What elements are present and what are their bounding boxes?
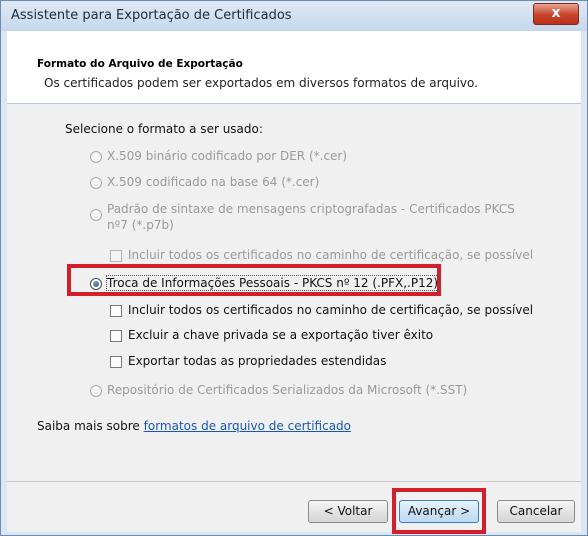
title-bar[interactable]: Assistente para Exportação de Certificad… — [1, 1, 587, 31]
export-properties-checkbox[interactable] — [110, 356, 122, 368]
back-button[interactable]: < Voltar — [308, 500, 388, 523]
radio-pfx-label[interactable]: Troca de Informações Pessoais - PKCS nº … — [105, 275, 440, 291]
cancel-button[interactable]: Cancelar — [497, 500, 575, 523]
radio-p7b[interactable] — [90, 209, 102, 221]
radio-base64[interactable] — [90, 177, 102, 189]
delete-private-key-checkbox[interactable] — [110, 330, 122, 342]
window-title: Assistente para Exportação de Certificad… — [11, 8, 292, 23]
radio-sst[interactable] — [90, 385, 102, 397]
p7b-include-all-checkbox[interactable] — [110, 250, 122, 262]
page-title: Formato do Arquivo de Exportação — [37, 58, 243, 70]
wizard-content: Selecione o formato a ser usado: X.509 b… — [7, 104, 581, 481]
p7b-include-all-label[interactable]: Incluir todos os certificados no caminho… — [128, 248, 533, 262]
export-properties-label[interactable]: Exportar todas as propriedades estendida… — [128, 354, 386, 368]
learn-more-text: Saiba mais sobre formatos de arquivo de … — [37, 419, 351, 433]
radio-der[interactable] — [90, 151, 102, 163]
pfx-include-all-label[interactable]: Incluir todos os certificados no caminho… — [128, 303, 533, 317]
export-wizard-window: Assistente para Exportação de Certificad… — [0, 0, 588, 536]
radio-der-label[interactable]: X.509 binário codificado por DER (*.cer) — [107, 149, 347, 163]
pfx-include-all-checkbox[interactable] — [110, 305, 122, 317]
radio-base64-label[interactable]: X.509 codificado na base 64 (*.cer) — [107, 175, 319, 189]
radio-p7b-label-line1[interactable]: Padrão de sintaxe de mensagens criptogra… — [107, 202, 515, 216]
wizard-header: Formato do Arquivo de Exportação Os cert… — [7, 31, 581, 104]
close-icon: x — [551, 5, 561, 21]
wizard-footer: < Voltar Avançar > Cancelar — [7, 481, 581, 534]
radio-pfx[interactable] — [90, 278, 102, 290]
page-subtitle: Os certificados podem ser exportados em … — [44, 76, 478, 90]
learn-more-prefix: Saiba mais sobre — [37, 419, 144, 433]
format-prompt: Selecione o formato a ser usado: — [65, 122, 263, 136]
delete-private-key-label[interactable]: Excluir a chave privada se a exportação … — [128, 328, 433, 342]
next-button[interactable]: Avançar > — [399, 500, 479, 523]
radio-p7b-label-line2[interactable]: nº7 (*.p7b) — [107, 218, 174, 232]
learn-more-link[interactable]: formatos de arquivo de certificado — [144, 419, 351, 433]
radio-sst-label[interactable]: Repositório de Certificados Serializados… — [107, 383, 467, 397]
close-button[interactable]: x — [533, 3, 579, 25]
